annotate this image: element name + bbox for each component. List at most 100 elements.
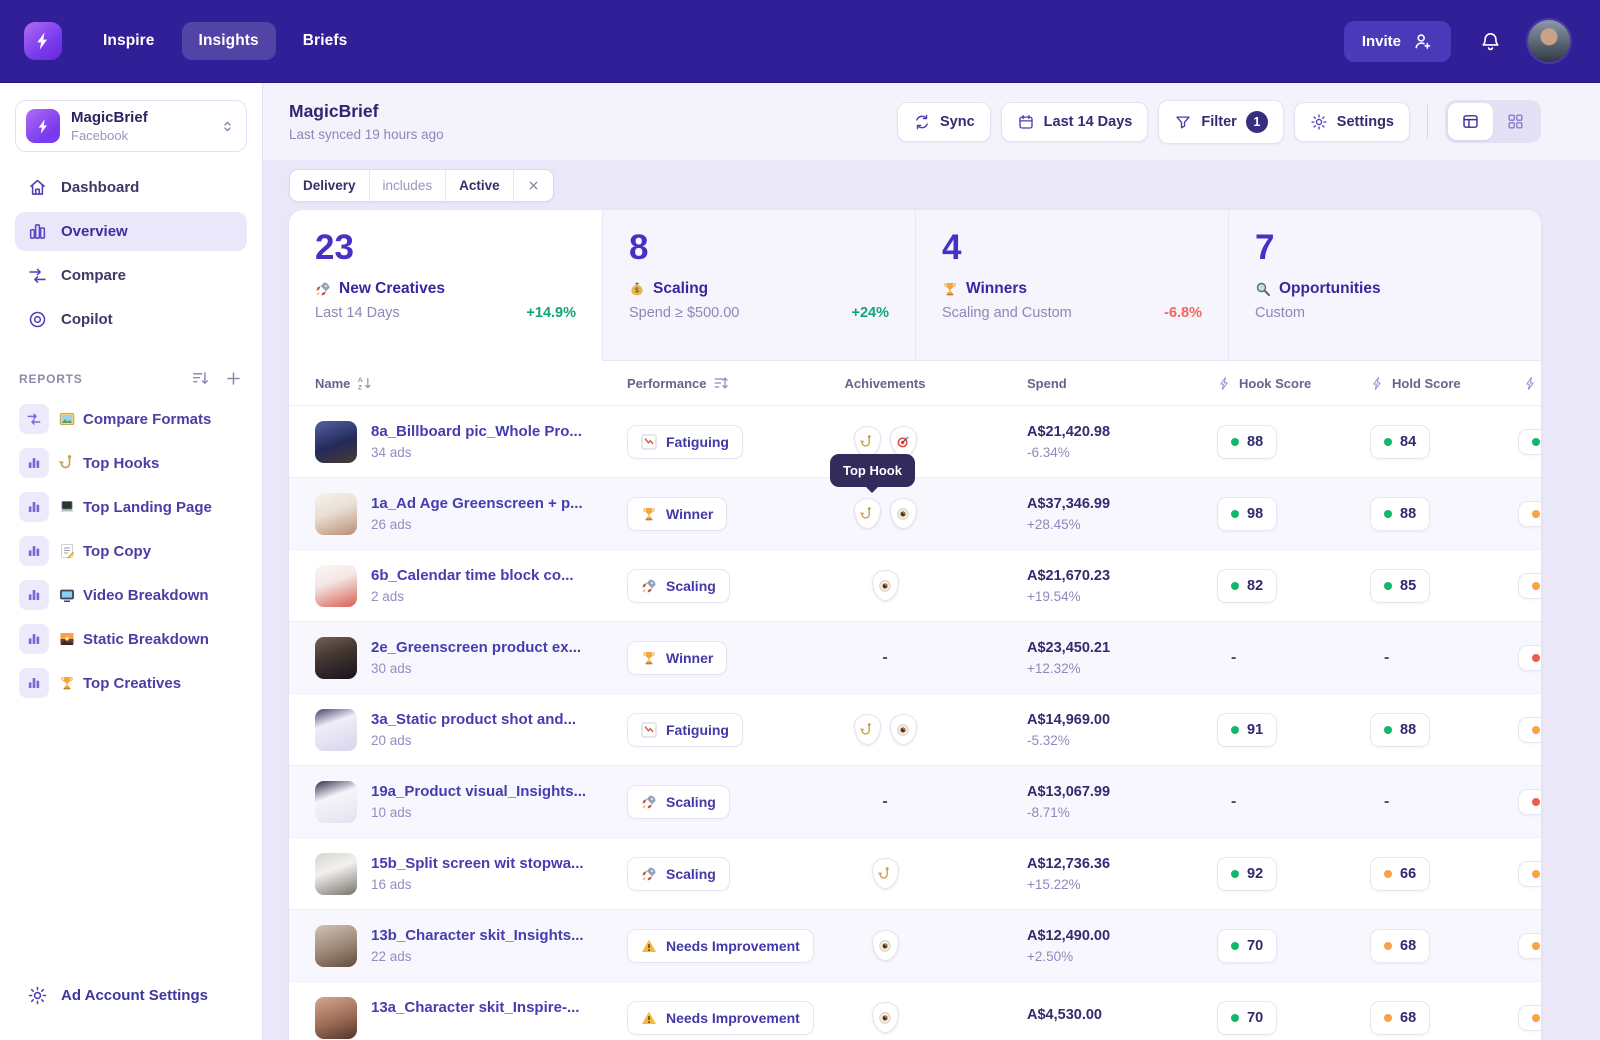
filter-chip-field[interactable]: Delivery (290, 170, 370, 201)
spend-delta: +12.32% (1027, 661, 1217, 676)
table-row[interactable]: 13a_Character skit_Inspire-... Needs Imp… (289, 981, 1541, 1040)
ad-thumbnail[interactable] (315, 421, 357, 463)
stat-opportunities[interactable]: 7 Opportunities Custom (1228, 210, 1541, 361)
ad-thumbnail[interactable] (315, 709, 357, 751)
sidebar-item-compare[interactable]: Compare (15, 256, 247, 295)
filter-chip-value[interactable]: Active (446, 170, 514, 201)
performance-badge[interactable]: Needs Improvement (627, 1001, 814, 1035)
tab-briefs[interactable]: Briefs (286, 22, 365, 60)
ad-name[interactable]: 13a_Character skit_Inspire-... (371, 999, 579, 1016)
achievement-eye-badge[interactable] (872, 1002, 899, 1033)
table-row[interactable]: 15b_Split screen wit stopwa...16 ads Sca… (289, 837, 1541, 909)
ad-thumbnail[interactable] (315, 853, 357, 895)
ad-name[interactable]: 6b_Calendar time block co... (371, 567, 574, 584)
achievement-top-hook-badge[interactable] (854, 498, 881, 529)
achievement-top-hook-badge[interactable] (854, 426, 881, 457)
achievement-eye-badge[interactable] (872, 570, 899, 601)
stat-sub: Last 14 Days (315, 305, 400, 321)
sidebar-nav: Dashboard Overview Compare Copilot (15, 168, 247, 339)
tab-insights[interactable]: Insights (182, 22, 276, 60)
stat-delta: +14.9% (526, 305, 576, 321)
report-label: Compare Formats (83, 411, 211, 428)
performance-badge[interactable]: Scaling (627, 857, 730, 891)
table-row[interactable]: 3a_Static product shot and...20 ads Fati… (289, 693, 1541, 765)
sync-button[interactable]: Sync (897, 102, 991, 142)
table-row[interactable]: 13b_Character skit_Insights...22 ads Nee… (289, 909, 1541, 981)
achievement-top-hook-badge[interactable] (872, 858, 899, 889)
column-name[interactable]: NameAZ (289, 375, 627, 391)
bell-icon[interactable] (1479, 30, 1502, 53)
achievement-eye-badge[interactable] (890, 714, 917, 745)
report-item-top-creatives[interactable]: Top Creatives (15, 664, 247, 702)
ad-account-settings-button[interactable]: Ad Account Settings (15, 977, 247, 1014)
add-report-icon[interactable] (224, 369, 243, 388)
ad-name[interactable]: 1a_Ad Age Greenscreen + p... (371, 495, 583, 512)
filter-chip-operator[interactable]: includes (370, 170, 447, 201)
stat-new-creatives[interactable]: 23 New Creatives Last 14 Days+14.9% (289, 210, 602, 361)
ad-thumbnail[interactable] (315, 781, 357, 823)
settings-button[interactable]: Settings (1294, 102, 1410, 142)
performance-badge[interactable]: Winner (627, 641, 727, 675)
stat-winners[interactable]: 4 Winners Scaling and Custom-6.8% (915, 210, 1228, 361)
money-bag-icon: $ (629, 281, 645, 297)
ad-name[interactable]: 8a_Billboard pic_Whole Pro... (371, 423, 582, 440)
ad-name[interactable]: 2e_Greenscreen product ex... (371, 639, 581, 656)
chart-down-icon (641, 722, 657, 738)
performance-badge[interactable]: Scaling (627, 569, 730, 603)
sidebar-item-copilot[interactable]: Copilot (15, 300, 247, 339)
performance-badge[interactable]: Scaling (627, 785, 730, 819)
column-hook-score[interactable]: Hook Score (1217, 376, 1370, 391)
column-achievements[interactable]: Achivements (827, 376, 987, 391)
report-item-video-breakdown[interactable]: Video Breakdown (15, 576, 247, 614)
performance-badge[interactable]: Needs Improvement (627, 929, 814, 963)
filter-button[interactable]: Filter 1 (1158, 100, 1283, 144)
ad-name[interactable]: 3a_Static product shot and... (371, 711, 576, 728)
date-range-button[interactable]: Last 14 Days (1001, 102, 1149, 142)
achievement-top-hook-badge[interactable] (854, 714, 881, 745)
stat-scaling[interactable]: 8 $Scaling Spend ≥ $500.00+24% (602, 210, 915, 361)
column-extra-score[interactable] (1510, 376, 1541, 391)
sort-reports-icon[interactable] (191, 369, 210, 388)
report-item-static-breakdown[interactable]: Static Breakdown (15, 620, 247, 658)
column-spend[interactable]: Spend (987, 376, 1217, 391)
performance-badge[interactable]: Fatiguing (627, 713, 743, 747)
sidebar-item-overview[interactable]: Overview (15, 212, 247, 251)
report-item-top-copy[interactable]: Top Copy (15, 532, 247, 570)
sidebar-item-label: Dashboard (61, 179, 139, 196)
report-item-top-hooks[interactable]: Top Hooks (15, 444, 247, 482)
column-performance[interactable]: Performance (627, 375, 827, 391)
report-item-top-landing-page[interactable]: Top Landing Page (15, 488, 247, 526)
ad-name[interactable]: 19a_Product visual_Insights... (371, 783, 586, 800)
achievement-eye-badge[interactable] (890, 498, 917, 529)
table-row[interactable]: 1a_Ad Age Greenscreen + p...26 ads Winne… (289, 477, 1541, 549)
table-view-button[interactable] (1448, 103, 1493, 140)
account-switcher[interactable]: MagicBrief Facebook (15, 100, 247, 152)
ad-thumbnail[interactable] (315, 925, 357, 967)
ad-name[interactable]: 15b_Split screen wit stopwa... (371, 855, 584, 872)
column-hold-score[interactable]: Hold Score (1370, 376, 1510, 391)
table-row[interactable]: 8a_Billboard pic_Whole Pro...34 ads Fati… (289, 405, 1541, 477)
eye-icon (896, 507, 910, 521)
sidebar-item-dashboard[interactable]: Dashboard (15, 168, 247, 207)
ad-thumbnail[interactable] (315, 997, 357, 1039)
ad-thumbnail[interactable] (315, 565, 357, 607)
table-row[interactable]: 19a_Product visual_Insights...10 ads Sca… (289, 765, 1541, 837)
tab-inspire[interactable]: Inspire (86, 22, 172, 60)
ad-name[interactable]: 13b_Character skit_Insights... (371, 927, 584, 944)
spend-value: A$23,450.21 (1027, 640, 1217, 656)
close-icon[interactable] (514, 170, 553, 201)
invite-button[interactable]: Invite (1344, 21, 1451, 62)
performance-badge[interactable]: Winner (627, 497, 727, 531)
achievement-target-badge[interactable] (890, 426, 917, 457)
achievement-eye-badge[interactable] (872, 930, 899, 961)
performance-badge[interactable]: Fatiguing (627, 425, 743, 459)
user-avatar[interactable] (1528, 20, 1570, 62)
performance-label: Winner (666, 506, 713, 522)
ad-thumbnail[interactable] (315, 637, 357, 679)
grid-view-button[interactable] (1493, 103, 1538, 140)
ad-thumbnail[interactable] (315, 493, 357, 535)
table-row[interactable]: 6b_Calendar time block co...2 ads Scalin… (289, 549, 1541, 621)
magicbrief-logo[interactable] (24, 22, 62, 60)
report-item-compare-formats[interactable]: Compare Formats (15, 400, 247, 438)
table-row[interactable]: 2e_Greenscreen product ex...30 ads Winne… (289, 621, 1541, 693)
